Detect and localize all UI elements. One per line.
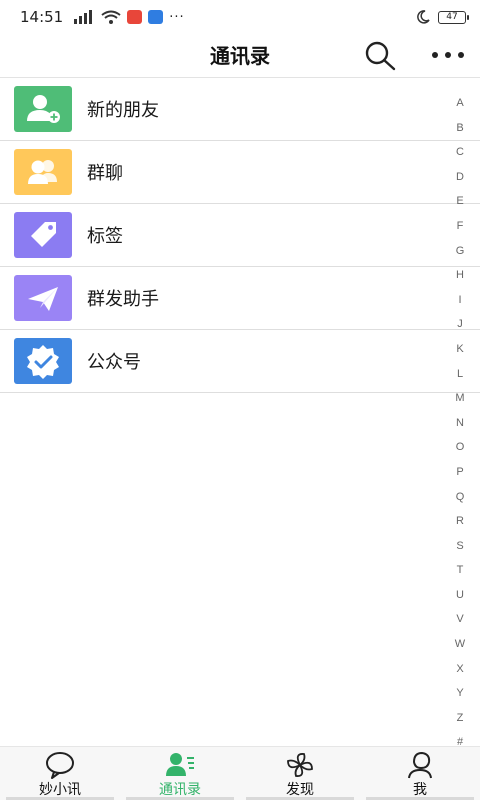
index-letter[interactable]: K bbox=[456, 337, 463, 362]
index-letter[interactable]: E bbox=[456, 189, 463, 214]
alipay-notification-icon bbox=[148, 10, 164, 24]
row-label: 公众号 bbox=[87, 352, 141, 373]
dot bbox=[458, 52, 464, 58]
contacts-icon bbox=[166, 753, 194, 776]
group-chat-icon bbox=[14, 149, 72, 195]
row-label: 群聊 bbox=[87, 163, 123, 184]
row-broadcast-assistant[interactable]: 群发助手 bbox=[0, 267, 480, 330]
page-title: 通讯录 bbox=[210, 44, 270, 68]
status-time: 14:51 bbox=[20, 8, 64, 26]
index-letter[interactable]: A bbox=[456, 91, 463, 116]
search-icon[interactable] bbox=[362, 38, 398, 72]
index-letter[interactable]: U bbox=[456, 583, 464, 608]
row-group-chat[interactable]: 群聊 bbox=[0, 141, 480, 204]
contacts-function-list: 新的朋友 群聊 标签 群发助手 公众号 bbox=[0, 77, 480, 393]
index-letter[interactable]: P bbox=[456, 460, 463, 485]
index-letter[interactable]: X bbox=[456, 657, 463, 682]
index-letter[interactable]: D bbox=[456, 165, 464, 190]
index-letter[interactable]: S bbox=[456, 534, 463, 559]
index-letter[interactable]: O bbox=[456, 435, 465, 460]
index-letter[interactable]: F bbox=[457, 214, 464, 239]
index-letter[interactable]: Q bbox=[456, 485, 465, 510]
nav-label: 通讯录 bbox=[159, 782, 201, 798]
battery-icon: 47 bbox=[438, 10, 469, 24]
chat-bubble-icon bbox=[46, 752, 74, 779]
row-label: 标签 bbox=[87, 226, 123, 247]
nav-tab-contacts[interactable]: 通讯录 bbox=[120, 747, 240, 800]
index-letter[interactable]: Y bbox=[456, 681, 463, 706]
person-icon bbox=[408, 751, 432, 779]
row-official-accounts[interactable]: 公众号 bbox=[0, 330, 480, 393]
nav-tab-me[interactable]: 我 bbox=[360, 747, 480, 800]
row-label: 新的朋友 bbox=[87, 100, 159, 121]
row-tags[interactable]: 标签 bbox=[0, 204, 480, 267]
index-letter[interactable]: N bbox=[456, 411, 464, 436]
index-letter[interactable]: V bbox=[456, 607, 463, 632]
index-letter[interactable]: W bbox=[455, 632, 465, 657]
index-letter[interactable]: H bbox=[456, 263, 464, 288]
verified-badge-icon bbox=[14, 338, 72, 384]
index-letter[interactable]: M bbox=[455, 386, 464, 411]
index-letter[interactable]: B bbox=[456, 116, 463, 141]
nav-label: 妙小讯 bbox=[39, 782, 81, 798]
nav-tab-chats[interactable]: 妙小讯 bbox=[0, 747, 120, 800]
tag-icon bbox=[14, 212, 72, 258]
nav-tab-discover[interactable]: 发现 bbox=[240, 747, 360, 800]
index-letter[interactable]: J bbox=[457, 312, 463, 337]
pinwheel-icon bbox=[287, 753, 313, 777]
alphabet-index[interactable]: A B C D E F G H I J K L M N O P Q R S T … bbox=[450, 91, 470, 755]
wifi-icon bbox=[101, 10, 121, 24]
index-letter[interactable]: R bbox=[456, 509, 464, 534]
dot bbox=[432, 52, 438, 58]
more-options-button[interactable] bbox=[428, 40, 468, 70]
index-letter[interactable]: I bbox=[458, 288, 461, 313]
index-letter[interactable]: T bbox=[457, 558, 464, 583]
nav-label: 发现 bbox=[286, 782, 314, 798]
index-letter[interactable]: C bbox=[456, 140, 464, 165]
signal-icon bbox=[74, 10, 93, 24]
nav-label: 我 bbox=[413, 782, 427, 798]
status-more-dots: ··· bbox=[169, 9, 185, 25]
moon-icon bbox=[417, 10, 430, 24]
status-bar: 14:51 ··· 47 bbox=[0, 0, 480, 34]
row-new-friends[interactable]: 新的朋友 bbox=[0, 78, 480, 141]
header: 通讯录 bbox=[0, 34, 480, 76]
index-letter[interactable]: Z bbox=[457, 706, 464, 731]
bottom-nav: 妙小讯 通讯录 发现 我 bbox=[0, 746, 480, 800]
dot bbox=[445, 52, 451, 58]
index-letter[interactable]: G bbox=[456, 239, 465, 264]
app-notification-icon bbox=[127, 10, 143, 24]
add-friend-icon bbox=[14, 86, 72, 132]
index-letter[interactable]: L bbox=[457, 362, 463, 387]
row-label: 群发助手 bbox=[87, 289, 159, 310]
paper-plane-icon bbox=[14, 275, 72, 321]
